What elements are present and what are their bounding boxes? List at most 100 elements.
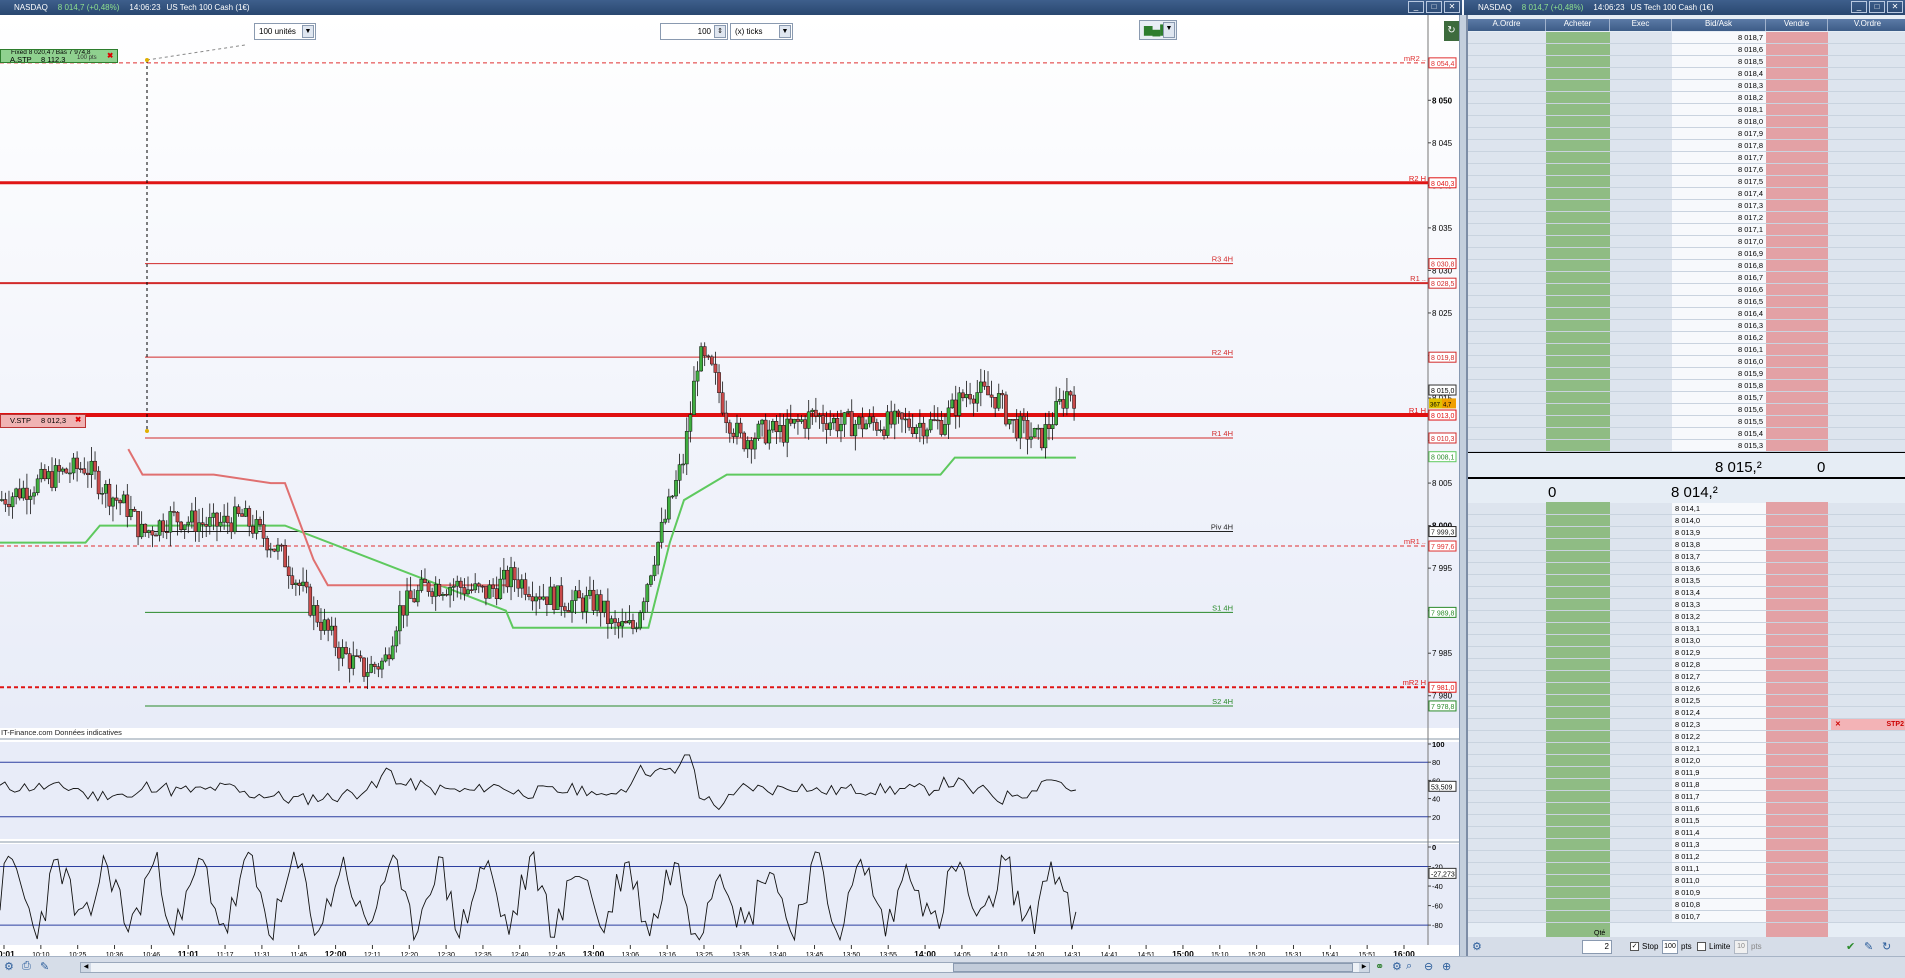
sell-order-cell[interactable] — [1828, 767, 1905, 778]
buy-order-cell[interactable] — [1468, 743, 1546, 754]
sell-order-cell[interactable] — [1828, 224, 1905, 235]
buy-order-cell[interactable] — [1468, 68, 1546, 79]
ladder-row[interactable]: 8 011,4 — [1468, 827, 1905, 839]
buy-order-cell[interactable] — [1468, 260, 1546, 271]
ladder-row[interactable]: 8 016,8 — [1468, 260, 1905, 272]
ladder-row[interactable]: 8 013,3 — [1468, 599, 1905, 611]
ladder-row[interactable]: 8 015,4 — [1468, 428, 1905, 440]
buy-order-cell[interactable] — [1468, 851, 1546, 862]
buy-order-cell[interactable] — [1468, 380, 1546, 391]
sell-order-cell[interactable] — [1828, 92, 1905, 103]
ladder-row[interactable]: 8 013,8 — [1468, 539, 1905, 551]
sell-order-cell[interactable] — [1828, 803, 1905, 814]
buy-order-cell[interactable] — [1468, 188, 1546, 199]
buy-order-cell[interactable] — [1468, 164, 1546, 175]
ladder-row[interactable]: 8 016,3 — [1468, 320, 1905, 332]
sell-order-cell[interactable] — [1828, 779, 1905, 790]
sell-order-cell[interactable] — [1828, 551, 1905, 562]
horizontal-scrollbar[interactable]: ◀ ▶ — [80, 962, 1370, 973]
buy-order-cell[interactable] — [1468, 695, 1546, 706]
chart-type-button[interactable]: ▆▄▇ ▼ — [1139, 19, 1177, 40]
sell-order-cell[interactable] — [1828, 827, 1905, 838]
buy-order-cell[interactable] — [1468, 731, 1546, 742]
sell-order-cell[interactable] — [1828, 887, 1905, 898]
ladder-row[interactable]: 8 016,1 — [1468, 344, 1905, 356]
col-header-sell-order[interactable]: V.Ordre — [1828, 19, 1905, 31]
sell-order-cell[interactable] — [1828, 755, 1905, 766]
ladder-row[interactable]: 8 016,9 — [1468, 248, 1905, 260]
stop-pts-input[interactable]: 100 — [1662, 940, 1678, 954]
minimize-icon[interactable]: _ — [1851, 1, 1867, 13]
sell-order-cell[interactable] — [1828, 392, 1905, 403]
ladder-row[interactable]: 8 010,8 — [1468, 899, 1905, 911]
ladder-row[interactable]: 8 012,8 — [1468, 659, 1905, 671]
ladder-row[interactable]: 8 018,2 — [1468, 92, 1905, 104]
sell-order-cell[interactable] — [1828, 68, 1905, 79]
buy-order-cell[interactable] — [1468, 635, 1546, 646]
buy-order-cell[interactable] — [1468, 683, 1546, 694]
ladder-row[interactable]: 8 012,3 STP2 ✕ — [1468, 719, 1905, 731]
ladder-row[interactable]: 8 012,6 — [1468, 683, 1905, 695]
ticks-select[interactable]: (x) ticks ▼ — [730, 23, 793, 40]
ladder-row[interactable]: 8 018,5 — [1468, 56, 1905, 68]
buy-order-cell[interactable] — [1468, 623, 1546, 634]
buy-order-cell[interactable] — [1468, 647, 1546, 658]
buy-order-cell[interactable] — [1468, 911, 1546, 922]
col-header-buy-order[interactable]: A.Ordre — [1468, 19, 1546, 31]
sell-stop-order[interactable]: V.STP 8 012,3 ✖ — [0, 414, 86, 428]
sell-order-cell[interactable] — [1828, 635, 1905, 646]
buy-order-cell[interactable] — [1468, 791, 1546, 802]
sell-order-cell[interactable] — [1828, 176, 1905, 187]
scroll-right-icon[interactable]: ▶ — [1359, 963, 1369, 972]
col-header-buy[interactable]: Acheter — [1546, 19, 1610, 31]
limit-checkbox[interactable] — [1697, 942, 1706, 951]
sell-order-cell[interactable] — [1828, 623, 1905, 634]
cancel-order-icon[interactable]: ✖ — [75, 415, 81, 424]
ladder-row[interactable]: 8 012,4 — [1468, 707, 1905, 719]
buy-order-cell[interactable] — [1468, 827, 1546, 838]
ladder-row[interactable]: 8 013,6 — [1468, 563, 1905, 575]
ladder-row[interactable]: 8 017,8 — [1468, 140, 1905, 152]
buy-order-cell[interactable] — [1468, 803, 1546, 814]
sell-order-cell[interactable] — [1828, 839, 1905, 850]
buy-stop-order[interactable]: Fixed 8 020,4 / Bas 7 974,8 A.STP 8 112,… — [0, 49, 118, 63]
sell-order-cell[interactable] — [1828, 791, 1905, 802]
zoom-in-icon[interactable]: ⊕ — [1442, 960, 1451, 973]
ladder-row[interactable]: 8 013,4 — [1468, 587, 1905, 599]
ladder-row[interactable]: 8 017,5 — [1468, 176, 1905, 188]
buy-order-cell[interactable] — [1468, 368, 1546, 379]
buy-order-cell[interactable] — [1468, 296, 1546, 307]
sell-order-cell[interactable] — [1828, 611, 1905, 622]
ladder-row[interactable]: 8 017,1 — [1468, 224, 1905, 236]
buy-order-cell[interactable] — [1468, 767, 1546, 778]
scroll-thumb[interactable] — [953, 963, 1353, 972]
settings-icon[interactable]: ⚙ — [1472, 940, 1482, 953]
ladder-row[interactable]: 8 011,2 — [1468, 851, 1905, 863]
ladder-row[interactable]: 8 012,7 — [1468, 671, 1905, 683]
buy-order-cell[interactable] — [1468, 332, 1546, 343]
buy-order-cell[interactable] — [1468, 104, 1546, 115]
ladder-row[interactable]: 8 011,3 — [1468, 839, 1905, 851]
ladder-row[interactable]: 8 011,9 — [1468, 767, 1905, 779]
ladder-row[interactable]: 8 018,0 — [1468, 116, 1905, 128]
buy-order-cell[interactable] — [1468, 404, 1546, 415]
ladder-row[interactable]: 8 016,5 — [1468, 296, 1905, 308]
sell-order-cell[interactable] — [1828, 344, 1905, 355]
buy-order-cell[interactable] — [1468, 80, 1546, 91]
ladder-row[interactable]: 8 010,9 — [1468, 887, 1905, 899]
ladder-row[interactable]: 8 012,5 — [1468, 695, 1905, 707]
buy-order-cell[interactable] — [1468, 875, 1546, 886]
buy-order-cell[interactable] — [1468, 152, 1546, 163]
zoom-out-icon[interactable]: ⊖ — [1424, 960, 1433, 973]
ladder-row[interactable]: 8 016,2 — [1468, 332, 1905, 344]
buy-order-cell[interactable] — [1468, 344, 1546, 355]
sell-order-cell[interactable] — [1828, 539, 1905, 550]
buy-order-cell[interactable] — [1468, 515, 1546, 526]
sell-order-cell[interactable] — [1828, 503, 1905, 514]
sell-order-cell[interactable] — [1828, 152, 1905, 163]
stop-order-tag[interactable]: STP2 ✕ — [1831, 719, 1905, 730]
col-header-sell[interactable]: Vendre — [1766, 19, 1828, 31]
ladder-row[interactable]: 8 013,1 — [1468, 623, 1905, 635]
ladder-row[interactable]: 8 016,4 — [1468, 308, 1905, 320]
ladder-row[interactable]: 8 018,1 — [1468, 104, 1905, 116]
